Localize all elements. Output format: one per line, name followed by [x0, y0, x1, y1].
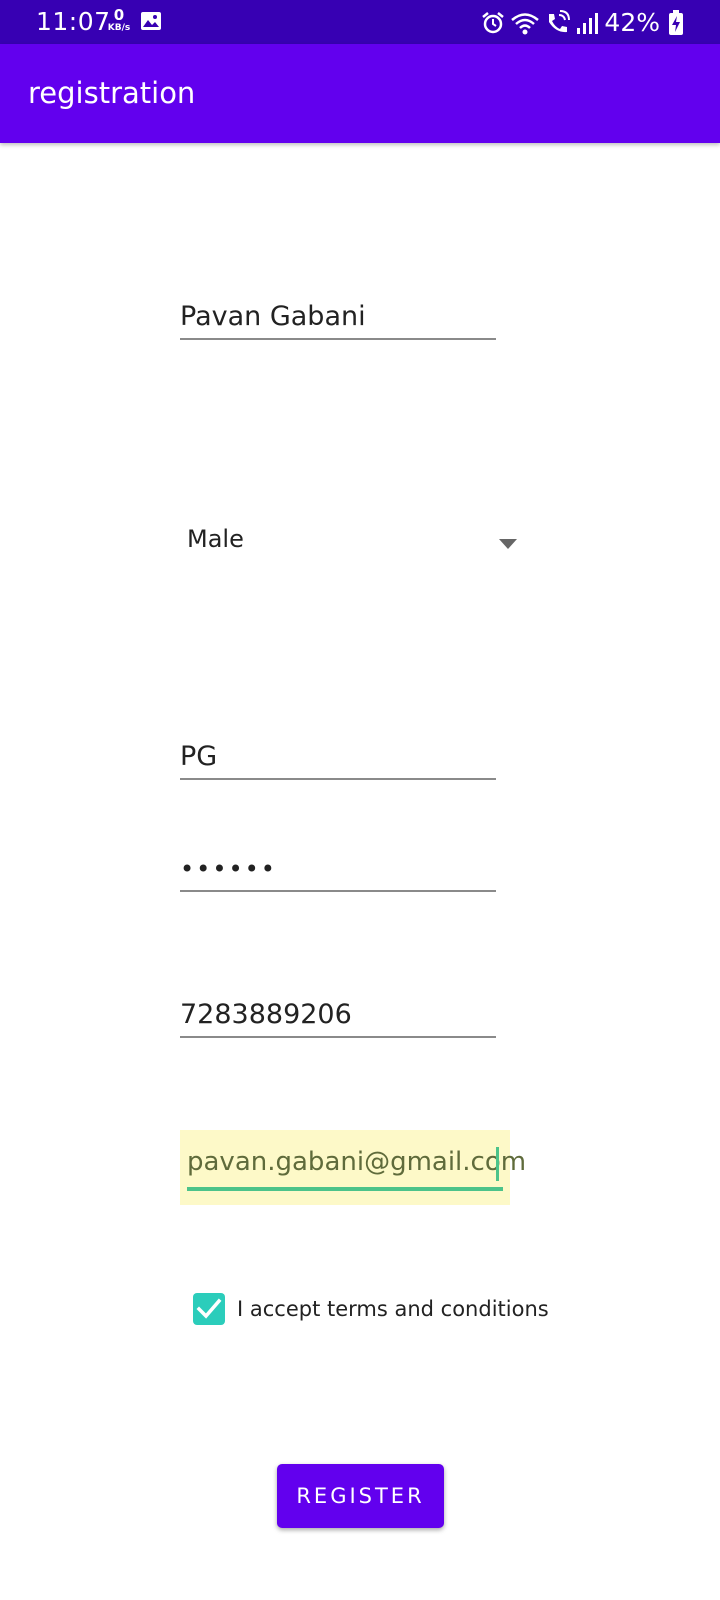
network-speed-value: 0 — [113, 6, 125, 24]
email-value: pavan.gabani@gmail.com — [187, 1147, 527, 1177]
network-speed-unit: KB/s — [107, 23, 131, 33]
password-field[interactable]: •••••• — [180, 850, 496, 892]
terms-label: I accept terms and conditions — [237, 1297, 549, 1321]
name-field[interactable]: Pavan Gabani — [180, 298, 496, 340]
dropdown-arrow-icon — [499, 534, 517, 553]
register-button[interactable]: REGISTER — [277, 1464, 444, 1528]
status-bar: 11:07 0 KB/s 42% — [0, 0, 720, 44]
text-cursor — [496, 1147, 499, 1181]
phone-field[interactable]: 7283889206 — [180, 996, 496, 1038]
username-field[interactable]: PG — [180, 738, 496, 780]
email-focus-underline — [187, 1187, 503, 1191]
gallery-icon — [140, 11, 162, 35]
app-title: registration — [28, 76, 196, 110]
gender-selected-value: Male — [187, 525, 244, 553]
email-field[interactable]: pavan.gabani@gmail.com — [180, 1130, 526, 1205]
terms-checkbox[interactable] — [193, 1293, 225, 1325]
network-speed: 0 KB/s — [104, 8, 134, 33]
battery-percent: 42% — [604, 8, 660, 37]
status-time: 11:07 — [36, 7, 111, 36]
app-bar: registration — [0, 44, 720, 143]
gender-dropdown[interactable]: Male — [187, 520, 517, 560]
